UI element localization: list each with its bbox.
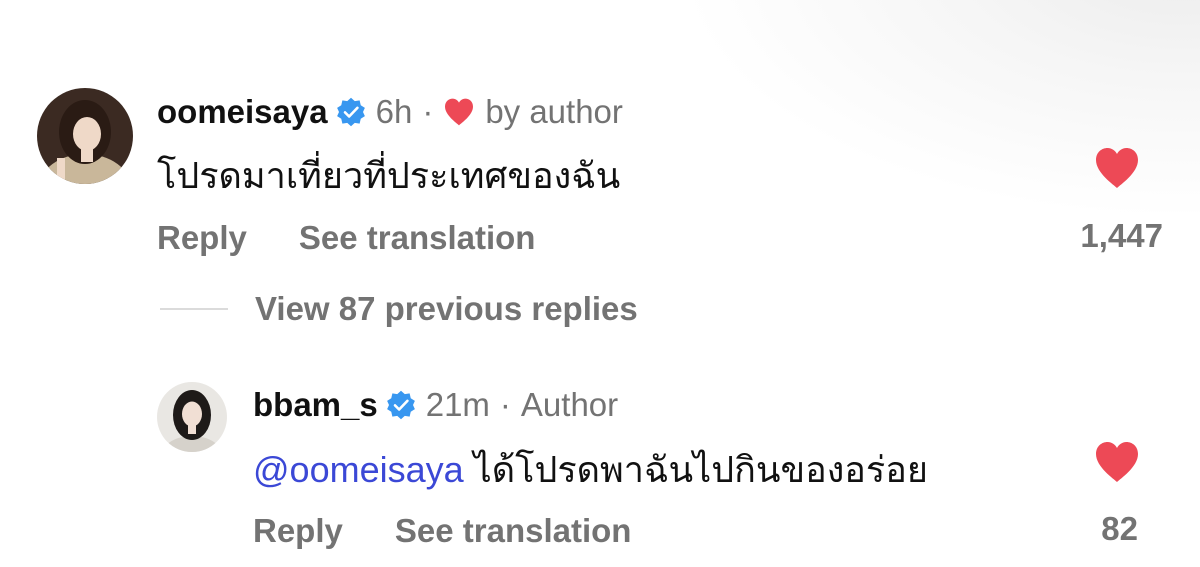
comment-actions: Reply See translation [157, 219, 535, 257]
reply-text: @oomeisaya ได้โปรดพาฉันไปกินของอร่อย [253, 448, 928, 492]
separator-dot: · [499, 386, 511, 423]
like-heart-icon[interactable] [1093, 440, 1141, 484]
heart-icon [445, 98, 474, 126]
mention-link[interactable]: @oomeisaya [253, 449, 464, 490]
reply-button[interactable]: Reply [253, 512, 343, 550]
comment-thread: oomeisaya 6h · by author โปรดมาเที่ยวที่… [0, 0, 1200, 567]
reply-header: bbam_s 21m · Author [253, 385, 618, 425]
reply-actions: Reply See translation [253, 512, 631, 550]
avatar-oomeisaya[interactable] [37, 88, 133, 184]
avatar-image [37, 88, 133, 184]
see-translation-button[interactable]: See translation [395, 512, 632, 550]
comment-header: oomeisaya 6h · by author [157, 92, 623, 132]
view-replies-label: View 87 previous replies [255, 290, 638, 327]
see-translation-button[interactable]: See translation [299, 219, 536, 257]
reply-button[interactable]: Reply [157, 219, 247, 257]
liked-by-author-label: by author [485, 93, 623, 130]
verified-badge-icon [386, 390, 415, 420]
reply-text-content: ได้โปรดพาฉันไปกินของอร่อย [463, 449, 928, 490]
separator-dot: · [422, 93, 434, 130]
avatar-bbam-s[interactable] [157, 382, 227, 452]
avatar-image [157, 382, 227, 452]
divider-line [160, 308, 228, 310]
verified-badge-icon [336, 97, 365, 127]
comment-text: โปรดมาเที่ยวที่ประเทศของฉัน [157, 155, 621, 196]
like-count: 82 [1101, 510, 1138, 547]
like-heart-icon[interactable] [1093, 146, 1141, 190]
timestamp: 6h [375, 93, 413, 130]
username[interactable]: oomeisaya [157, 92, 328, 132]
view-previous-replies-button[interactable]: View 87 previous replies [160, 290, 638, 328]
author-tag: Author [520, 386, 619, 423]
username[interactable]: bbam_s [253, 385, 378, 425]
timestamp: 21m [425, 386, 490, 423]
like-count: 1,447 [1080, 217, 1163, 254]
